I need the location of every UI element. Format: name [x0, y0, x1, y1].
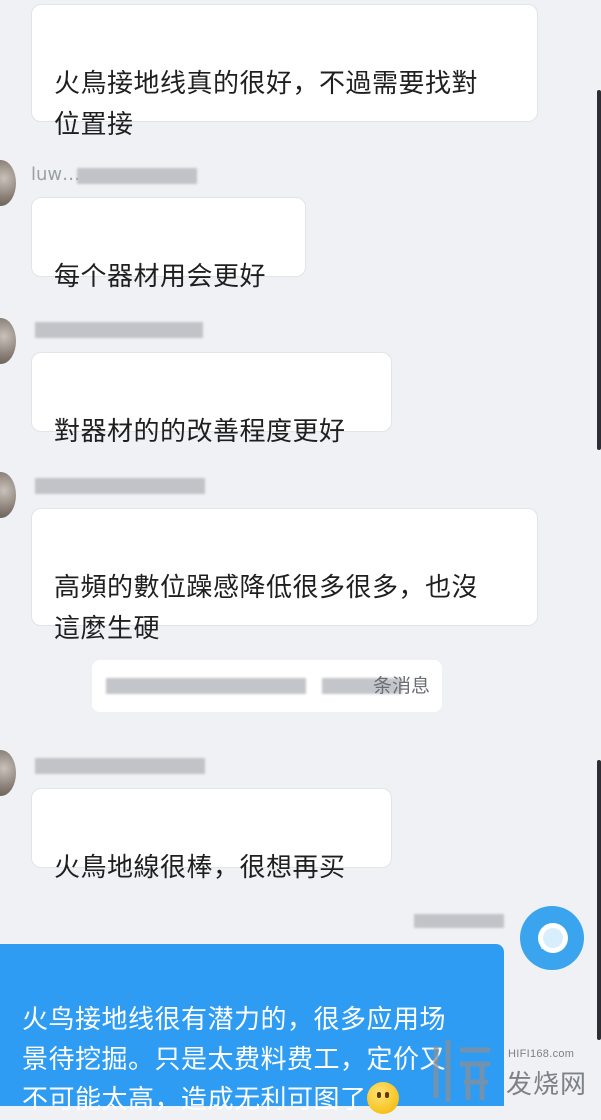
redacted-name [414, 914, 504, 928]
unread-messages-notice[interactable]: 条消息 [92, 660, 442, 712]
avatar[interactable] [0, 750, 16, 796]
smile-emoji-icon [366, 1082, 399, 1114]
redacted-notice-text [106, 678, 306, 694]
sender-name [31, 752, 211, 778]
message-text: 高頻的數位躁感降低很多很多，也沒 這麼生硬 [54, 573, 479, 644]
message-bubble[interactable]: 火鳥接地线真的很好，不過需要找對 位置接 [31, 4, 538, 140]
sender-name [31, 316, 211, 342]
redacted-name [35, 322, 203, 338]
message-text: 火鳥地線很棒，很想再买 [54, 853, 346, 883]
avatar[interactable] [0, 318, 16, 364]
redacted-name [35, 758, 205, 774]
scroll-indicator-lower[interactable] [597, 760, 601, 1040]
redacted-name [35, 478, 205, 494]
message-bubble[interactable]: 高頻的數位躁感降低很多很多，也沒 這麼生硬 [31, 508, 538, 644]
avatar[interactable] [0, 472, 16, 518]
message-text: 對器材的的改善程度更好 [54, 417, 346, 447]
hifi168-logo-icon [433, 1040, 490, 1102]
message-text: 每个器材用会更好 [54, 262, 267, 292]
redacted-name [77, 168, 197, 184]
avatar[interactable] [0, 160, 16, 206]
notice-text: 条消息 [372, 675, 430, 697]
watermark-name: 发烧网 [506, 1070, 588, 1100]
watermark-domain: HIFI168.com [508, 1048, 575, 1060]
scroll-indicator[interactable] [597, 90, 601, 450]
chat-bubble-icon [538, 923, 568, 953]
message-text: 火鳥接地线真的很好，不過需要找對 位置接 [54, 69, 479, 140]
message-bubble[interactable]: 火鳥地線很棒，很想再买 [31, 788, 392, 883]
own-sender-name [410, 908, 510, 932]
sender-name [31, 472, 211, 498]
site-watermark: HIFI168.com 发烧网 [428, 1028, 598, 1106]
message-bubble[interactable]: 每个器材用会更好 [31, 197, 306, 292]
sender-name: luw… [31, 162, 211, 188]
message-bubble[interactable]: 對器材的的改善程度更好 [31, 352, 392, 447]
own-avatar[interactable] [520, 906, 584, 970]
